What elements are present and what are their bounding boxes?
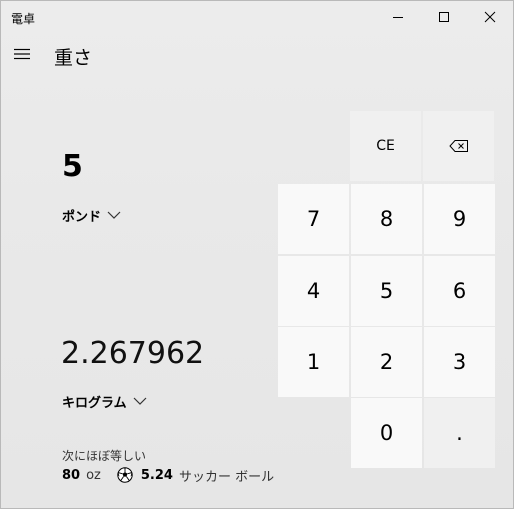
clear-entry-label: CE [376, 138, 395, 154]
backspace-icon [448, 140, 468, 152]
digit-label: 1 [306, 350, 321, 374]
output-unit-dropdown[interactable]: キログラム [62, 391, 147, 411]
backspace-button[interactable] [423, 111, 494, 181]
digit-label: 6 [452, 279, 467, 303]
decimal-label: . [456, 421, 463, 445]
approx-values: 80 oz 5.24 サッカー ボール [62, 465, 274, 485]
digit-5-button[interactable]: 5 [351, 256, 422, 326]
chevron-down-icon [107, 211, 121, 219]
digit-label: 8 [379, 207, 394, 231]
hamburger-icon [14, 48, 30, 60]
maximize-button[interactable] [421, 1, 467, 33]
mode-title: 重さ [54, 47, 93, 69]
chevron-down-icon [133, 397, 147, 405]
digit-6-button[interactable]: 6 [424, 256, 495, 326]
soccer-ball-icon [117, 467, 133, 483]
title-bar: 電卓 [1, 1, 513, 33]
approx-unit-oz: oz [86, 467, 101, 483]
minimize-button[interactable] [375, 1, 421, 33]
decimal-button[interactable]: . [424, 398, 495, 468]
close-button[interactable] [467, 1, 513, 33]
clear-entry-button[interactable]: CE [350, 111, 421, 181]
digit-4-button[interactable]: 4 [278, 256, 349, 326]
approx-label: 次にほぼ等しい [62, 449, 147, 463]
digit-label: 3 [452, 350, 467, 374]
app-title: 電卓 [11, 12, 36, 26]
input-unit-dropdown[interactable]: ポンド [62, 205, 121, 225]
digit-label: 4 [306, 279, 321, 303]
output-value[interactable]: 2.267962 [61, 336, 204, 371]
digit-label: 9 [452, 207, 467, 231]
calculator-window: 電卓 重さ 5 ポンド 2.267962 キログラム 次にほぼ等しい 80 oz… [0, 0, 514, 509]
digit-2-button[interactable]: 2 [351, 327, 422, 397]
minimize-icon [393, 17, 403, 18]
maximize-icon [439, 12, 449, 22]
digit-label: 2 [379, 350, 394, 374]
input-unit-label: ポンド [62, 209, 102, 225]
digit-8-button[interactable]: 8 [351, 184, 422, 254]
digit-label: 7 [306, 207, 321, 231]
digit-label: 0 [379, 421, 394, 445]
digit-0-button[interactable]: 0 [351, 398, 422, 468]
digit-7-button[interactable]: 7 [278, 184, 349, 254]
digit-1-button[interactable]: 1 [278, 327, 349, 397]
digit-9-button[interactable]: 9 [424, 184, 495, 254]
approx-value-oz: 80 [62, 467, 81, 483]
navigation-menu-button[interactable] [7, 39, 37, 69]
digit-label: 5 [379, 279, 394, 303]
approx-value-soccer: 5.24 [140, 467, 173, 483]
approx-unit-soccer: サッカー ボール [178, 469, 275, 485]
input-value[interactable]: 5 [62, 149, 83, 184]
digit-3-button[interactable]: 3 [424, 327, 495, 397]
close-icon [484, 11, 496, 23]
output-unit-label: キログラム [62, 395, 127, 411]
